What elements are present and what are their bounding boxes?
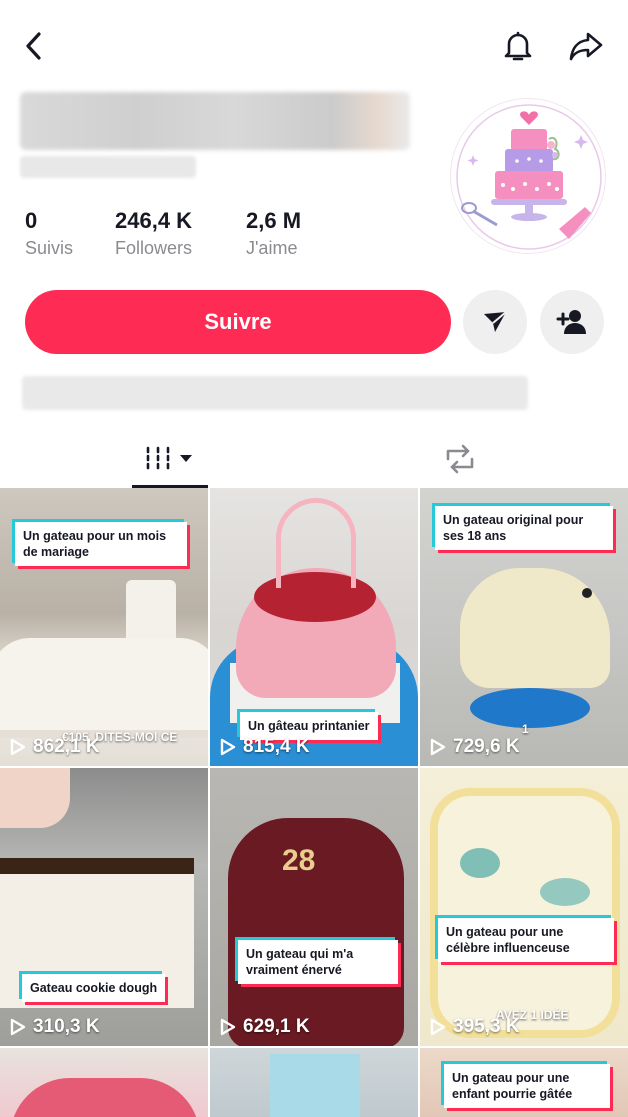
turntable-shape xyxy=(470,688,590,728)
stat-likes-value: 2,6 M xyxy=(246,208,302,233)
candle-shape xyxy=(126,580,176,644)
cake-shape xyxy=(0,638,208,738)
share-arrow-icon[interactable] xyxy=(566,26,606,66)
hand-shape xyxy=(0,768,70,828)
play-icon xyxy=(430,1018,446,1036)
profile-name-redacted xyxy=(20,92,410,150)
stat-following-label: Suivis xyxy=(25,238,74,258)
video-overlay-text: 1 xyxy=(522,722,529,736)
cake-number-text: 28 xyxy=(282,844,316,877)
cake-decoration-shape xyxy=(460,848,500,878)
cake-shape xyxy=(430,788,620,1038)
view-count: 629,1 K xyxy=(219,1016,310,1038)
video-tile[interactable]: Gateau cookie dough 310,3 K xyxy=(0,768,208,1046)
stat-likes[interactable]: 2,6 M J'aime xyxy=(246,208,301,259)
stat-likes-label: J'aime xyxy=(246,238,298,258)
add-friend-button[interactable] xyxy=(540,290,604,354)
castle-cake-shape xyxy=(270,1054,360,1117)
stat-following-value: 0 xyxy=(25,208,38,233)
bio-redacted xyxy=(22,376,528,410)
video-tile[interactable] xyxy=(0,1048,208,1117)
profile-handle-redacted xyxy=(20,156,196,178)
stat-followers[interactable]: 246,4 K Followers xyxy=(115,208,192,259)
video-tile[interactable]: Un gateau pour une célèbre influenceuse … xyxy=(420,768,628,1046)
view-count-text: 629,1 K xyxy=(243,1016,310,1037)
play-icon xyxy=(10,1018,26,1036)
video-tile[interactable]: Un gateau pour une enfant pourrie gâtée xyxy=(420,1048,628,1117)
video-tile[interactable]: Un gâteau printanier 815,4 K xyxy=(210,488,418,766)
video-caption: Un gateau pour un mois de mariage xyxy=(15,522,187,566)
view-count-text: 310,3 K xyxy=(33,1016,100,1037)
video-tile[interactable]: 28 Un gateau qui m'a vraiment énervé 629… xyxy=(210,768,418,1046)
view-count: 395,3 K xyxy=(429,1016,520,1038)
dog-cake-shape xyxy=(460,568,610,688)
view-count: 310,3 K xyxy=(9,1016,100,1038)
play-icon xyxy=(220,1018,236,1036)
video-tile[interactable]: Un gateau original pour ses 18 ans 1 729… xyxy=(420,488,628,766)
cake-logo-icon xyxy=(456,104,602,250)
tab-videos[interactable] xyxy=(132,430,208,488)
tab-reposts[interactable] xyxy=(420,430,500,488)
repost-icon xyxy=(446,444,474,474)
basket-handle-shape xyxy=(276,498,356,588)
message-button[interactable] xyxy=(463,290,527,354)
play-icon xyxy=(430,738,446,756)
cake-shape xyxy=(228,818,404,1046)
view-count-text: 395,3 K xyxy=(453,1016,520,1037)
view-count: 815,4 K xyxy=(219,736,310,758)
video-caption: Un gateau pour une célèbre influenceuse xyxy=(438,918,614,962)
play-icon xyxy=(10,738,26,756)
bell-icon[interactable] xyxy=(498,26,538,66)
video-caption: Un gateau qui m'a vraiment énervé xyxy=(238,940,398,984)
video-caption: Gateau cookie dough xyxy=(22,974,166,1002)
view-count-text: 862,1 K xyxy=(33,736,100,757)
follow-button[interactable]: Suivre xyxy=(25,290,451,354)
cake-decoration-shape xyxy=(540,878,590,906)
dog-nose-shape xyxy=(582,588,592,598)
profile-tabs xyxy=(0,430,628,488)
video-caption: Un gateau pour une enfant pourrie gâtée xyxy=(444,1064,610,1108)
send-icon xyxy=(484,311,507,332)
add-user-icon xyxy=(556,310,586,334)
view-count: 729,6 K xyxy=(429,736,520,758)
stat-followers-value: 246,4 K xyxy=(115,208,193,233)
video-tile[interactable] xyxy=(210,1048,418,1117)
view-count: 862,1 K xyxy=(9,736,100,758)
view-count-text: 729,6 K xyxy=(453,736,520,757)
avatar[interactable] xyxy=(450,98,606,254)
grid-videos-icon xyxy=(146,446,192,470)
video-caption: Un gateau original pour ses 18 ans xyxy=(435,506,613,550)
view-count-text: 815,4 K xyxy=(243,736,310,757)
chevron-left-icon[interactable] xyxy=(14,26,54,66)
play-icon xyxy=(220,738,236,756)
top-bar xyxy=(0,0,628,90)
video-tile[interactable]: Un gateau pour un mois de mariage €105. … xyxy=(0,488,208,766)
stat-following[interactable]: 0 Suivis xyxy=(25,208,73,259)
stat-followers-label: Followers xyxy=(115,238,193,258)
